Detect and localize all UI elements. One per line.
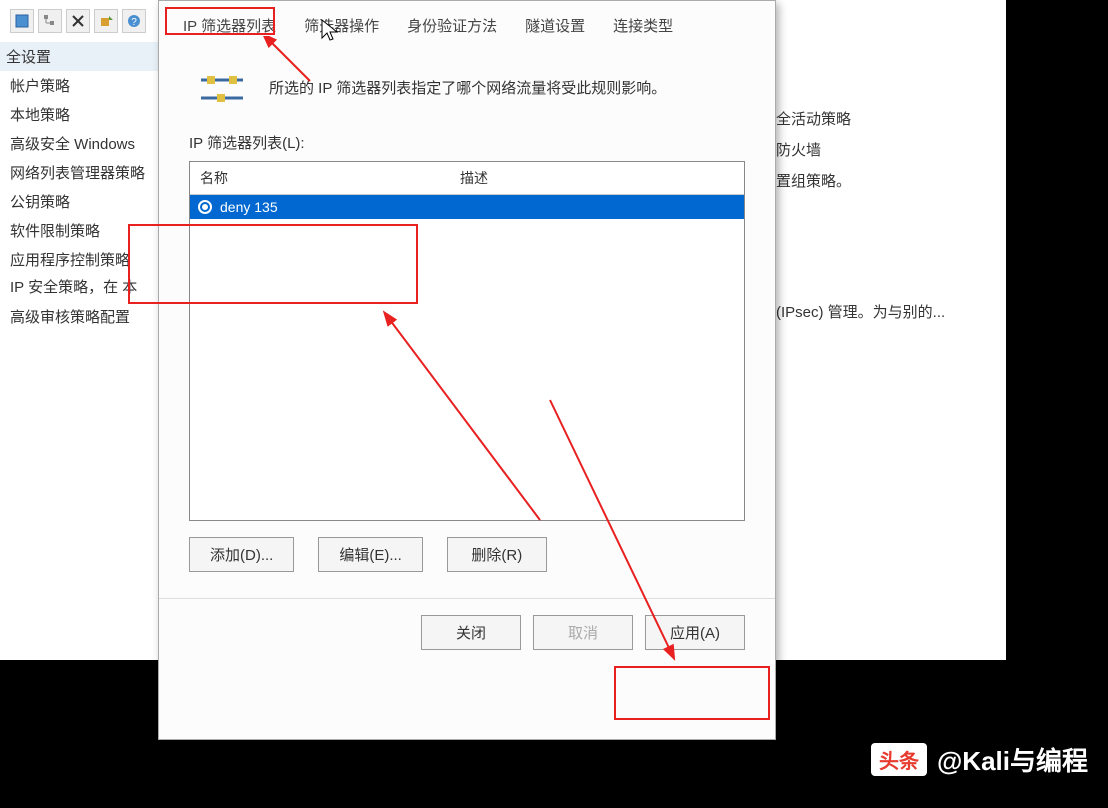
right-item-ipsec-text: (IPsec) 管理。为与别的...	[776, 297, 945, 328]
ip-filter-dialog: IP 筛选器列表 筛选器操作 身份验证方法 隧道设置 连接类型 所选的 IP 筛…	[158, 0, 776, 740]
sidebar-item-local-policy[interactable]: 本地策略	[0, 100, 158, 129]
tab-connection-type[interactable]: 连接类型	[599, 9, 687, 42]
edit-button[interactable]: 编辑(E)...	[318, 537, 423, 572]
list-label: IP 筛选器列表(L):	[159, 122, 775, 161]
sidebar-item-ip-security[interactable]: IP 安全策略，在 本	[0, 274, 158, 302]
list-row-deny135[interactable]: deny 135	[190, 195, 744, 219]
sidebar-item-account-policy[interactable]: 帐户策略	[0, 71, 158, 100]
remove-button[interactable]: 删除(R)	[447, 537, 547, 572]
toolbar-close-icon[interactable]	[66, 9, 90, 33]
right-panel: 全活动策略 防火墙 置组策略。 (IPsec) 管理。为与别的...	[776, 104, 945, 328]
sidebar-item-software-restrict[interactable]: 软件限制策略	[0, 216, 158, 245]
sidebar-item-network-list[interactable]: 网络列表管理器策略	[0, 158, 158, 187]
description-area: 所选的 IP 筛选器列表指定了哪个网络流量将受此规则影响。	[159, 42, 775, 122]
toolbar-tree-icon[interactable]	[38, 9, 62, 33]
tab-tunnel-settings[interactable]: 隧道设置	[511, 9, 599, 42]
col-header-desc[interactable]: 描述	[450, 162, 744, 194]
right-item-group-policy: 置组策略。	[776, 166, 945, 197]
watermark-text: @Kali与编程	[937, 741, 1088, 778]
sidebar-item-windows-security[interactable]: 高级安全 Windows	[0, 129, 158, 158]
sidebar-nav: 全设置 帐户策略 本地策略 高级安全 Windows 网络列表管理器策略 公钥策…	[0, 42, 158, 331]
sidebar-header: 全设置	[0, 42, 158, 71]
cancel-button: 取消	[533, 615, 633, 650]
toolbar-export-icon[interactable]	[94, 9, 118, 33]
col-header-name[interactable]: 名称	[190, 162, 450, 194]
sidebar-item-audit-policy[interactable]: 高级审核策略配置	[0, 302, 158, 331]
radio-selected-icon	[198, 200, 212, 214]
add-button[interactable]: 添加(D)...	[189, 537, 294, 572]
apply-button[interactable]: 应用(A)	[645, 615, 745, 650]
toolbar-help-icon[interactable]: ?	[122, 9, 146, 33]
toolbar-file-icon[interactable]	[10, 9, 34, 33]
sidebar-item-app-control[interactable]: 应用程序控制策略	[0, 245, 158, 274]
dialog-description: 所选的 IP 筛选器列表指定了哪个网络流量将受此规则影响。	[269, 77, 666, 98]
tab-auth-method[interactable]: 身份验证方法	[393, 9, 511, 42]
watermark: 头条 @Kali与编程	[871, 741, 1088, 778]
dialog-tabs: IP 筛选器列表 筛选器操作 身份验证方法 隧道设置 连接类型	[159, 1, 775, 42]
row-name: deny 135	[220, 199, 460, 215]
tab-ip-filter-list[interactable]: IP 筛选器列表	[169, 9, 290, 42]
tab-filter-action[interactable]: 筛选器操作	[290, 9, 393, 42]
list-action-buttons: 添加(D)... 编辑(E)... 删除(R)	[159, 521, 775, 588]
svg-text:?: ?	[131, 17, 137, 28]
sidebar-item-public-key[interactable]: 公钥策略	[0, 187, 158, 216]
list-header: 名称 描述	[190, 162, 744, 195]
dialog-bottom-buttons: 关闭 取消 应用(A)	[159, 598, 775, 670]
toolbar: ?	[0, 6, 158, 36]
close-button[interactable]: 关闭	[421, 615, 521, 650]
watermark-badge: 头条	[871, 743, 927, 776]
right-item-active-policy: 全活动策略	[776, 104, 945, 135]
filter-list-icon	[199, 72, 239, 102]
right-item-firewall: 防火墙	[776, 135, 945, 166]
filter-listbox[interactable]: 名称 描述 deny 135	[189, 161, 745, 521]
